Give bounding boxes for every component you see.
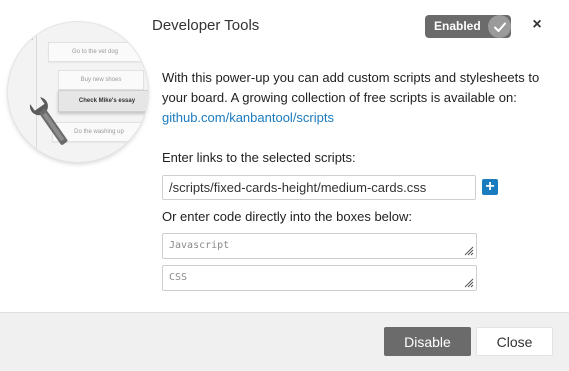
resize-grip-icon[interactable]	[462, 276, 474, 288]
toggle-label: Enabled	[434, 19, 481, 33]
css-code-input[interactable]	[162, 265, 477, 291]
plus-icon[interactable]: +	[482, 179, 498, 195]
enabled-toggle[interactable]: Enabled	[425, 15, 511, 38]
disable-button[interactable]: Disable	[384, 327, 471, 356]
scripts-repo-link[interactable]: github.com/kanbantool/scripts	[162, 108, 557, 128]
illustration-tag: To b	[22, 36, 34, 42]
description-text: With this power-up you can add custom sc…	[162, 70, 540, 105]
illustration-card: Go to the vet dog	[48, 42, 142, 62]
power-up-illustration: To b Go to the vet dog Buy new shoes Che…	[8, 22, 148, 162]
javascript-code-input[interactable]	[162, 233, 477, 259]
wrench-icon	[29, 97, 68, 145]
code-label: Or enter code directly into the boxes be…	[162, 209, 413, 224]
illustration-card: Buy new shoes	[58, 70, 144, 90]
resize-grip-icon[interactable]	[462, 244, 474, 256]
check-icon	[488, 15, 511, 38]
dialog-title: Developer Tools	[152, 17, 260, 34]
power-up-description: With this power-up you can add custom sc…	[162, 68, 557, 128]
close-button[interactable]: Close	[476, 327, 553, 356]
close-icon[interactable]: ×	[530, 15, 544, 35]
scripts-links-label: Enter links to the selected scripts:	[162, 150, 356, 165]
developer-tools-dialog: To b Go to the vet dog Buy new shoes Che…	[0, 0, 569, 371]
script-url-input[interactable]	[162, 175, 476, 200]
